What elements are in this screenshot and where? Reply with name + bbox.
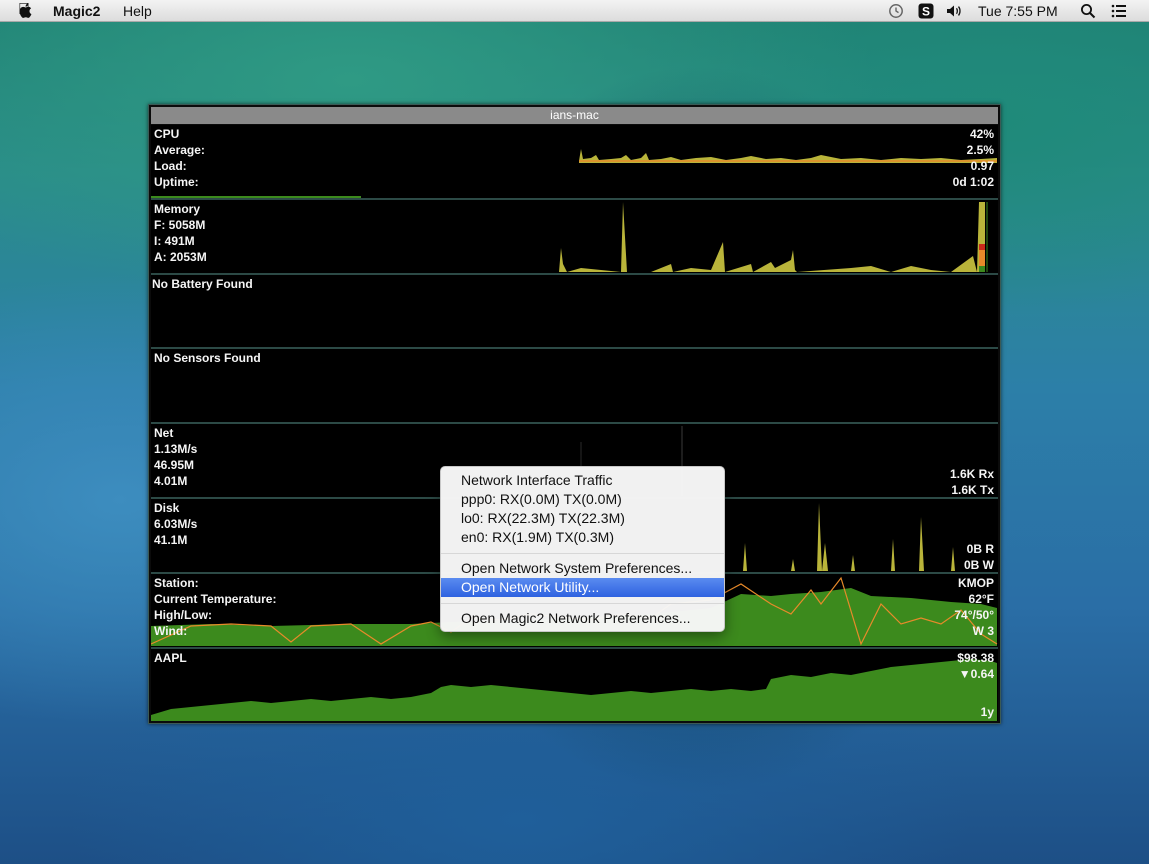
network-context-menu[interactable]: Network Interface Traffic ppp0: RX(0.0M)… — [440, 466, 725, 632]
cpu-average-label: Average: — [154, 143, 205, 157]
memory-label: Memory — [154, 202, 201, 216]
stock-symbol: AAPL — [154, 651, 187, 665]
menu-bar:  Magic2 Help S Tue 7:55 PM — [0, 0, 1149, 22]
weather-wind-label: Wind: — [154, 624, 188, 638]
sensors-panel[interactable]: No Sensors Found — [151, 349, 998, 424]
cpu-uptime-value: 0d 1:02 — [952, 175, 994, 189]
weather-temp-value: 62°F — [968, 592, 994, 606]
menu-separator — [441, 553, 724, 554]
net-out-total: 4.01M — [154, 474, 188, 488]
widget-title[interactable]: ians-mac — [151, 107, 998, 124]
memory-free: F: 5058M — [154, 218, 206, 232]
battery-panel[interactable]: No Battery Found — [151, 275, 998, 349]
weather-wind-value: W 3 — [972, 624, 994, 638]
memory-graph — [559, 202, 988, 272]
cpu-panel[interactable]: CPU Average: Load: Uptime: 42% 2.5% 0.97… — [151, 125, 998, 200]
weather-hilo-value: 74°/50° — [954, 608, 994, 622]
battery-status: No Battery Found — [152, 277, 253, 291]
disk-total: 41.1M — [154, 533, 188, 547]
weather-temp-label: Current Temperature: — [154, 592, 277, 606]
net-rate: 1.13M/s — [154, 442, 198, 456]
cpu-graph — [151, 149, 997, 198]
apple-logo-icon[interactable] — [18, 2, 34, 19]
disk-rate: 6.03M/s — [154, 517, 198, 531]
memory-active: A: 2053M — [154, 250, 207, 264]
stock-panel[interactable]: AAPL $98.38 ▼0.64 1y — [151, 649, 998, 721]
menu-item-open-network-utility[interactable]: Open Network Utility... — [441, 578, 724, 597]
menu-item-open-magic2-network-preferences[interactable]: Open Magic2 Network Preferences... — [441, 609, 724, 628]
cpu-load-value: 0.97 — [970, 159, 994, 173]
net-rx: 1.6K Rx — [949, 467, 994, 481]
cpu-load-label: Load: — [154, 159, 187, 173]
disk-label: Disk — [154, 501, 180, 515]
weather-station-label: Station: — [154, 576, 199, 590]
time-machine-icon[interactable] — [888, 3, 904, 19]
net-tx: 1.6K Tx — [951, 483, 994, 497]
cpu-percent: 42% — [969, 127, 994, 141]
cpu-label: CPU — [154, 127, 180, 141]
spotlight-icon[interactable] — [1080, 3, 1096, 19]
menu-separator — [441, 603, 724, 604]
menu-item-ppp0[interactable]: ppp0: RX(0.0M) TX(0.0M) — [441, 490, 724, 509]
volume-icon[interactable] — [946, 3, 962, 19]
help-menu[interactable]: Help — [123, 2, 152, 20]
notification-center-icon[interactable] — [1111, 3, 1127, 19]
net-label: Net — [154, 426, 174, 440]
app-menu-magic2[interactable]: Magic2 — [53, 2, 100, 20]
memory-inactive: I: 491M — [154, 234, 195, 248]
weather-hilo-label: High/Low: — [154, 608, 212, 622]
stock-range: 1y — [980, 705, 994, 719]
menu-item-en0[interactable]: en0: RX(1.9M) TX(0.3M) — [441, 528, 724, 547]
disk-read: 0B R — [966, 542, 994, 556]
menu-item-lo0[interactable]: lo0: RX(22.3M) TX(22.3M) — [441, 509, 724, 528]
svg-text:S: S — [922, 5, 930, 19]
magic2-status-icon[interactable]: S — [918, 3, 934, 19]
cpu-average-value: 2.5% — [966, 143, 994, 157]
memory-panel[interactable]: Memory F: 5058M I: 491M A: 2053M — [151, 200, 998, 275]
weather-station-value: KMOP — [958, 576, 994, 590]
net-in-total: 46.95M — [154, 458, 195, 472]
sensors-status: No Sensors Found — [154, 351, 261, 365]
stock-price: $98.38 — [957, 651, 994, 665]
clock[interactable]: Tue 7:55 PM — [978, 2, 1058, 20]
stock-change: ▼0.64 — [958, 667, 994, 681]
stock-graph — [151, 659, 997, 721]
cpu-uptime-label: Uptime: — [154, 175, 199, 189]
disk-write: 0B W — [964, 558, 994, 572]
menu-item-open-network-system-preferences[interactable]: Open Network System Preferences... — [441, 559, 724, 578]
menu-header-network-traffic: Network Interface Traffic — [461, 472, 613, 488]
